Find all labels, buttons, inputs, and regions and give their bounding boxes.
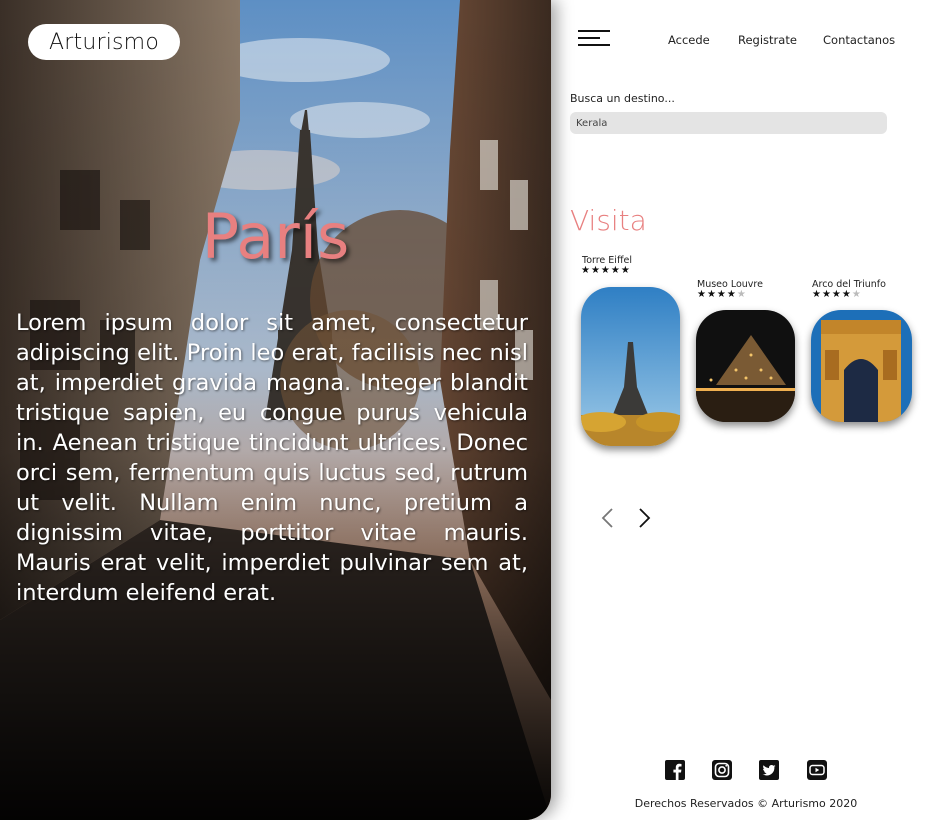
nav-link-accede[interactable]: Accede xyxy=(668,33,710,47)
chevron-right-icon[interactable] xyxy=(636,506,652,530)
eiffel-tower-photo xyxy=(581,287,680,446)
place-card-museo-louvre[interactable] xyxy=(696,310,795,422)
visit-section-title: Visita xyxy=(570,204,647,237)
facebook-icon[interactable] xyxy=(664,759,686,781)
chevron-left-icon[interactable] xyxy=(600,506,616,530)
nav-link-contactanos[interactable]: Contactanos xyxy=(823,33,895,47)
star-rating: ★★★★★ xyxy=(812,289,862,300)
footer-copyright: Derechos Reservados © Arturismo 2020 xyxy=(634,797,858,810)
star-rating: ★★★★★ xyxy=(697,289,747,300)
hero-panel: Arturismo París Lorem ipsum dolor sit am… xyxy=(0,0,551,820)
city-title: París xyxy=(201,200,350,273)
search-input[interactable] xyxy=(570,112,887,134)
place-card-torre-eiffel[interactable] xyxy=(581,287,680,446)
youtube-icon[interactable] xyxy=(806,759,828,781)
arc-de-triomphe-photo xyxy=(811,310,912,422)
place-card-arco-del-triunfo[interactable] xyxy=(811,310,912,422)
twitter-icon[interactable] xyxy=(758,759,780,781)
instagram-icon[interactable] xyxy=(711,759,733,781)
city-description: Lorem ipsum dolor sit amet, consectetur … xyxy=(16,310,528,606)
search-label: Busca un destino... xyxy=(570,92,675,105)
hamburger-icon[interactable] xyxy=(578,28,612,48)
louvre-photo xyxy=(696,310,795,422)
star-rating: ★★★★★ xyxy=(581,265,631,276)
nav-link-registrate[interactable]: Registrate xyxy=(738,33,797,47)
brand-logo[interactable]: Arturismo xyxy=(28,24,180,60)
